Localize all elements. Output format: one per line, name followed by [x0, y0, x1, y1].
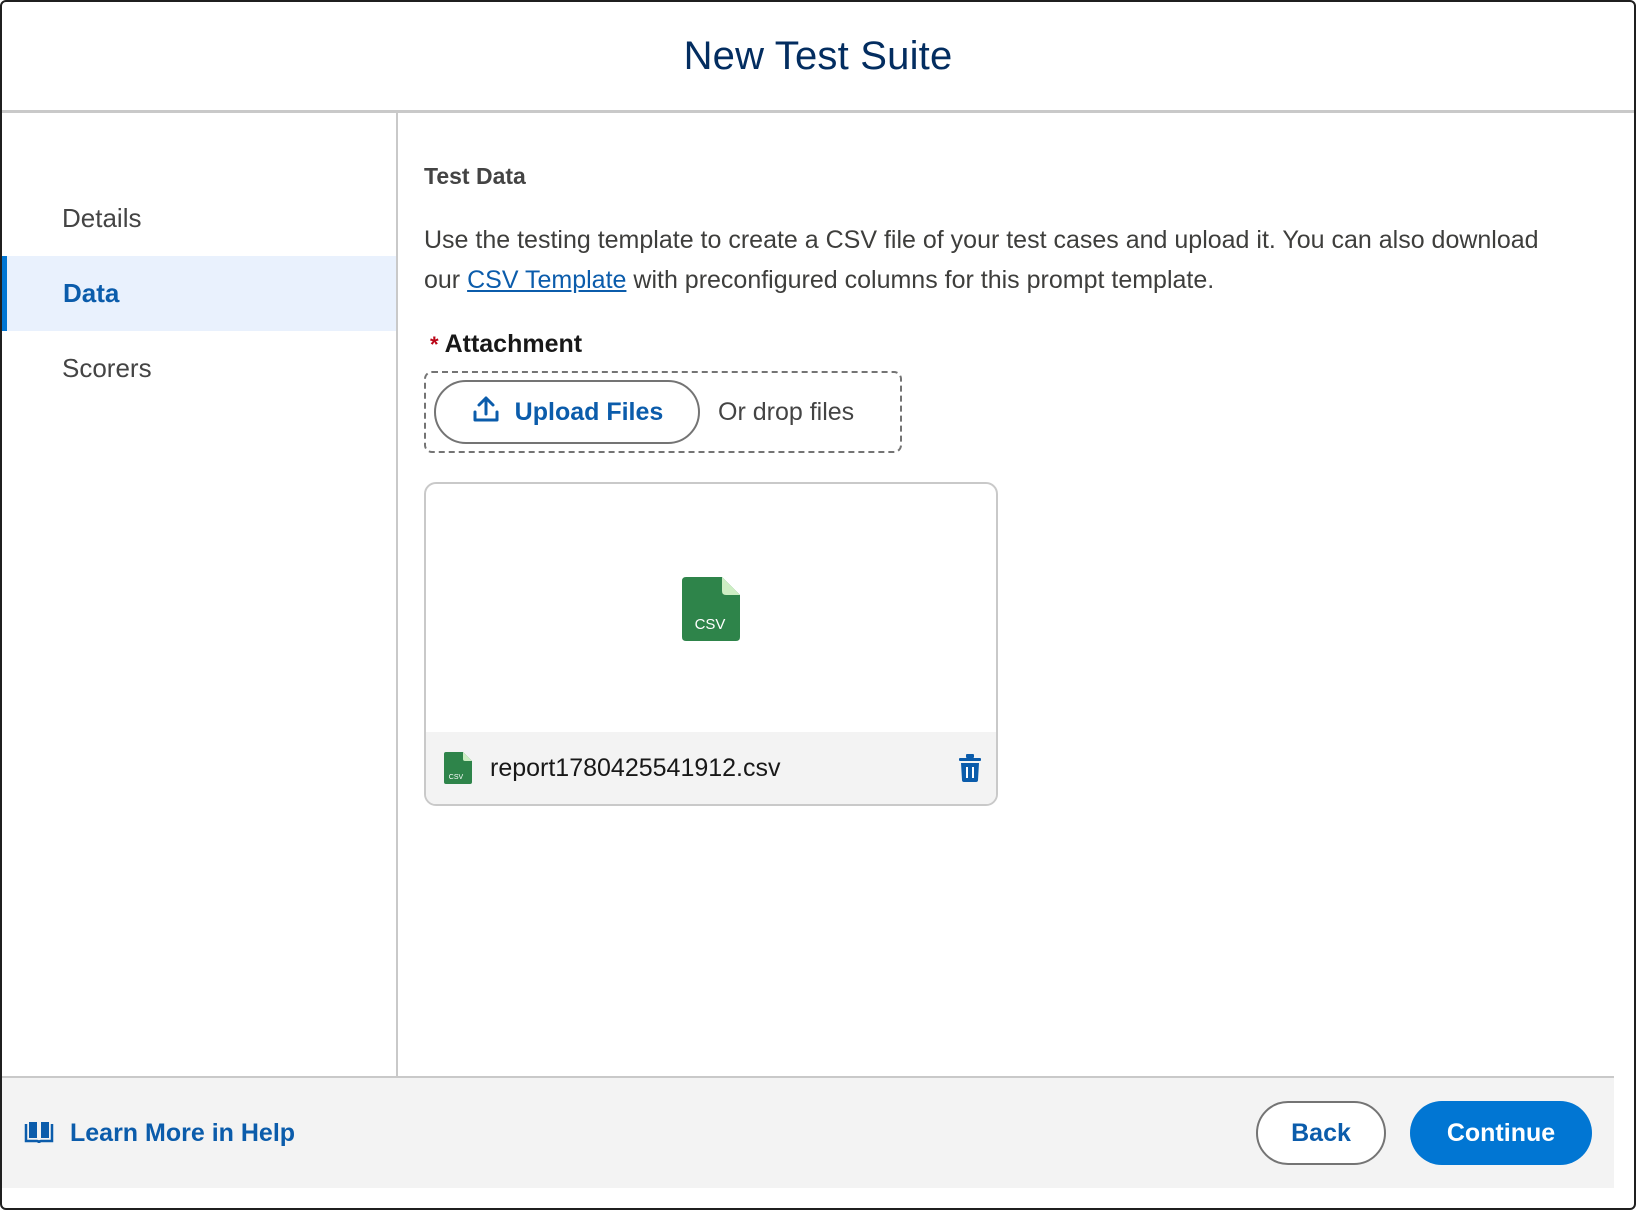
file-footer: CSV report1780425541912.csv — [426, 732, 996, 804]
file-dropzone[interactable]: Upload Files Or drop files — [424, 371, 902, 453]
description-text-end: with preconfigured columns for this prom… — [626, 266, 1215, 294]
csv-small-label: CSV — [449, 774, 464, 781]
csv-preview-label: CSV — [695, 616, 726, 633]
book-icon — [24, 1122, 54, 1144]
csv-small-icon: CSV — [444, 752, 472, 784]
sidebar-item-details[interactable]: Details — [2, 181, 396, 256]
modal-header: New Test Suite — [2, 2, 1634, 113]
section-title: Test Data — [424, 163, 526, 189]
csv-template-link[interactable]: CSV Template — [467, 266, 626, 294]
learn-more-help-link[interactable]: Learn More in Help — [24, 1119, 295, 1148]
file-name: report1780425541912.csv — [490, 753, 781, 782]
attachment-label: * Attachment — [424, 330, 1610, 359]
csv-file-icon: CSV — [682, 577, 740, 641]
upload-icon — [471, 394, 501, 431]
file-card[interactable]: CSV CSV report1780425541912.csv — [424, 482, 998, 806]
upload-files-button[interactable]: Upload Files — [434, 380, 700, 444]
back-button[interactable]: Back — [1256, 1101, 1386, 1165]
file-preview: CSV — [426, 484, 996, 734]
required-marker: * — [430, 332, 439, 357]
sidebar-item-data[interactable]: Data — [2, 256, 396, 331]
delete-file-button[interactable] — [958, 754, 982, 782]
continue-button[interactable]: Continue — [1410, 1101, 1592, 1165]
attachment-label-text: Attachment — [444, 330, 583, 358]
trash-icon — [959, 754, 981, 782]
drop-files-text: Or drop files — [718, 397, 855, 426]
learn-more-help-label: Learn More in Help — [70, 1118, 296, 1147]
section-description: Use the testing template to create a CSV… — [424, 220, 1564, 300]
wizard-sidebar: Details Data Scorers — [2, 113, 398, 1076]
main-content: Test Data Use the testing template to cr… — [400, 113, 1634, 1076]
modal-title: New Test Suite — [683, 33, 953, 78]
sidebar-item-scorers[interactable]: Scorers — [2, 331, 396, 406]
new-test-suite-modal: New Test Suite Details Data Scorers Test… — [0, 0, 1636, 1210]
modal-footer: Learn More in Help Back Continue — [2, 1076, 1614, 1188]
upload-files-label: Upload Files — [514, 397, 664, 426]
